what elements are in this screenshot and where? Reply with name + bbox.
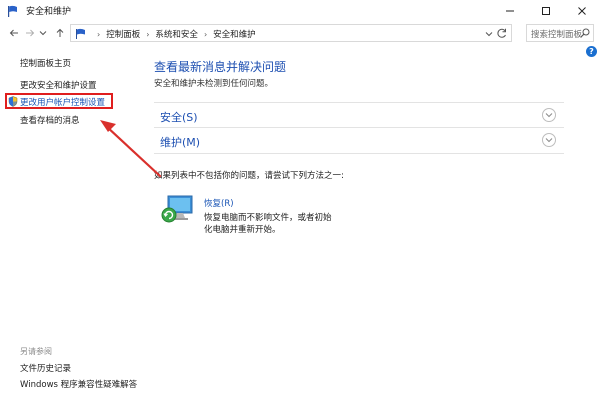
chevron-right-icon: ›: [146, 29, 150, 39]
chevron-down-icon: [545, 138, 553, 143]
minimize-icon: [506, 10, 514, 12]
maintenance-section-header[interactable]: 维护(M): [154, 127, 564, 153]
recent-locations-button[interactable]: [38, 25, 48, 41]
breadcrumb-system-security[interactable]: 系统和安全: [155, 28, 198, 40]
maximize-icon: [542, 7, 550, 15]
back-button[interactable]: [6, 25, 22, 41]
up-button[interactable]: [52, 25, 68, 41]
window-title: 安全和维护: [26, 7, 72, 17]
sidebar-link-change-security-settings[interactable]: 更改安全和维护设置: [20, 79, 97, 91]
arrow-up-icon: [56, 28, 64, 37]
recovery-link[interactable]: 恢复(R): [204, 197, 234, 209]
recovery-description: 恢复电脑而不影响文件，或者初始 化电脑并重新开始。: [204, 212, 332, 236]
arrow-right-icon: [26, 29, 35, 37]
section-divider: [154, 153, 564, 154]
navigation-bar: › 控制面板 › 系统和安全 › 安全和维护 搜索控制面板: [0, 22, 600, 44]
forward-button[interactable]: [22, 25, 38, 41]
annotation-arrow: [100, 120, 162, 178]
chevron-right-icon: ›: [203, 29, 208, 39]
uac-link-label: 更改用户帐户控制设置: [20, 98, 106, 108]
arrow-left-icon: [9, 29, 18, 37]
recovery-description-line1: 恢复电脑而不影响文件，或者初始: [204, 213, 332, 223]
page-title: 查看最新消息并解决问题: [154, 60, 287, 74]
breadcrumb: › 控制面板 › 系统和安全 › 安全和维护: [91, 28, 256, 41]
sidebar-link-compatibility-troubleshooter[interactable]: Windows 程序兼容性疑难解答: [20, 378, 137, 390]
chevron-down-icon: [545, 113, 553, 118]
maximize-button[interactable]: [528, 0, 564, 22]
chevron-down-icon[interactable]: [485, 30, 493, 38]
expand-chevron-icon[interactable]: [542, 133, 556, 147]
status-message: 安全和维护未检测到任何问题。: [154, 79, 274, 89]
shield-icon: [8, 96, 18, 107]
address-bar[interactable]: › 控制面板 › 系统和安全 › 安全和维护: [70, 24, 512, 42]
chevron-down-icon: [39, 31, 47, 36]
flag-icon: [8, 5, 17, 17]
chevron-right-icon: ›: [97, 29, 101, 39]
control-panel-window: 安全和维护 › 控制面板 › 系统和安全 › 安全和维护 搜索控制面板 ? 控制…: [0, 0, 600, 404]
close-button[interactable]: [564, 0, 600, 22]
title-bar: 安全和维护: [0, 0, 600, 22]
refresh-icon[interactable]: [496, 27, 508, 39]
recovery-computer-icon: [161, 195, 193, 223]
breadcrumb-security-maintenance[interactable]: 安全和维护: [213, 28, 256, 40]
close-icon: [578, 7, 586, 15]
search-placeholder: 搜索控制面板: [531, 30, 583, 40]
security-section-label: 安全(S): [160, 111, 198, 124]
search-input[interactable]: 搜索控制面板: [526, 24, 594, 42]
search-icon: [580, 28, 590, 38]
flag-icon: [76, 28, 85, 39]
sidebar-link-file-history[interactable]: 文件历史记录: [20, 362, 71, 374]
sidebar-link-change-uac-settings[interactable]: 更改用户帐户控制设置: [5, 93, 113, 109]
expand-chevron-icon[interactable]: [542, 108, 556, 122]
security-section-header[interactable]: 安全(S): [154, 102, 564, 128]
see-also-heading: 另请参阅: [20, 347, 52, 356]
sidebar-link-view-archived-messages[interactable]: 查看存档的消息: [20, 114, 80, 126]
breadcrumb-control-panel[interactable]: 控制面板: [106, 28, 140, 40]
maintenance-section-label: 维护(M): [160, 136, 201, 149]
recovery-description-line2: 化电脑并重新开始。: [204, 225, 281, 235]
minimize-button[interactable]: [492, 0, 528, 22]
sidebar-link-control-panel-home[interactable]: 控制面板主页: [20, 57, 71, 69]
troubleshoot-hint: 如果列表中不包括你的问题，请尝试下列方法之一:: [154, 171, 344, 181]
help-button[interactable]: ?: [586, 46, 597, 57]
